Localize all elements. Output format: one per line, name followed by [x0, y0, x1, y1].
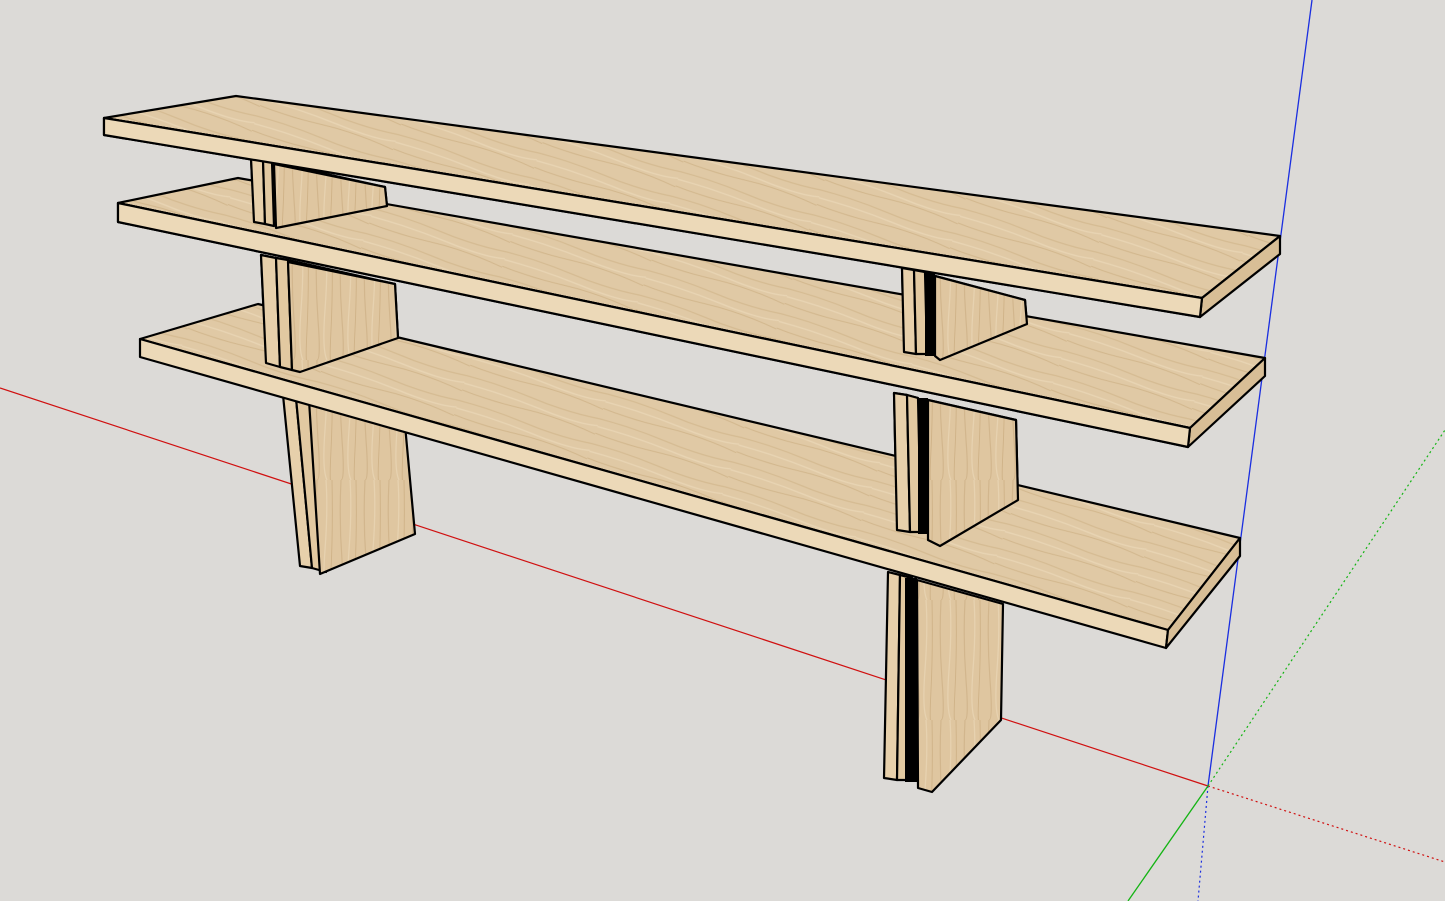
red-axis-dotted: [1207, 785, 1445, 863]
blue-axis-dotted: [1197, 785, 1209, 901]
slot-lower: [905, 578, 917, 782]
green-axis-dotted: [1207, 429, 1445, 787]
green-axis-solid: [1127, 785, 1209, 901]
sketchup-viewport[interactable]: [0, 0, 1445, 901]
model-canvas[interactable]: [0, 0, 1445, 901]
right-leg-lower[interactable]: [882, 570, 1005, 794]
